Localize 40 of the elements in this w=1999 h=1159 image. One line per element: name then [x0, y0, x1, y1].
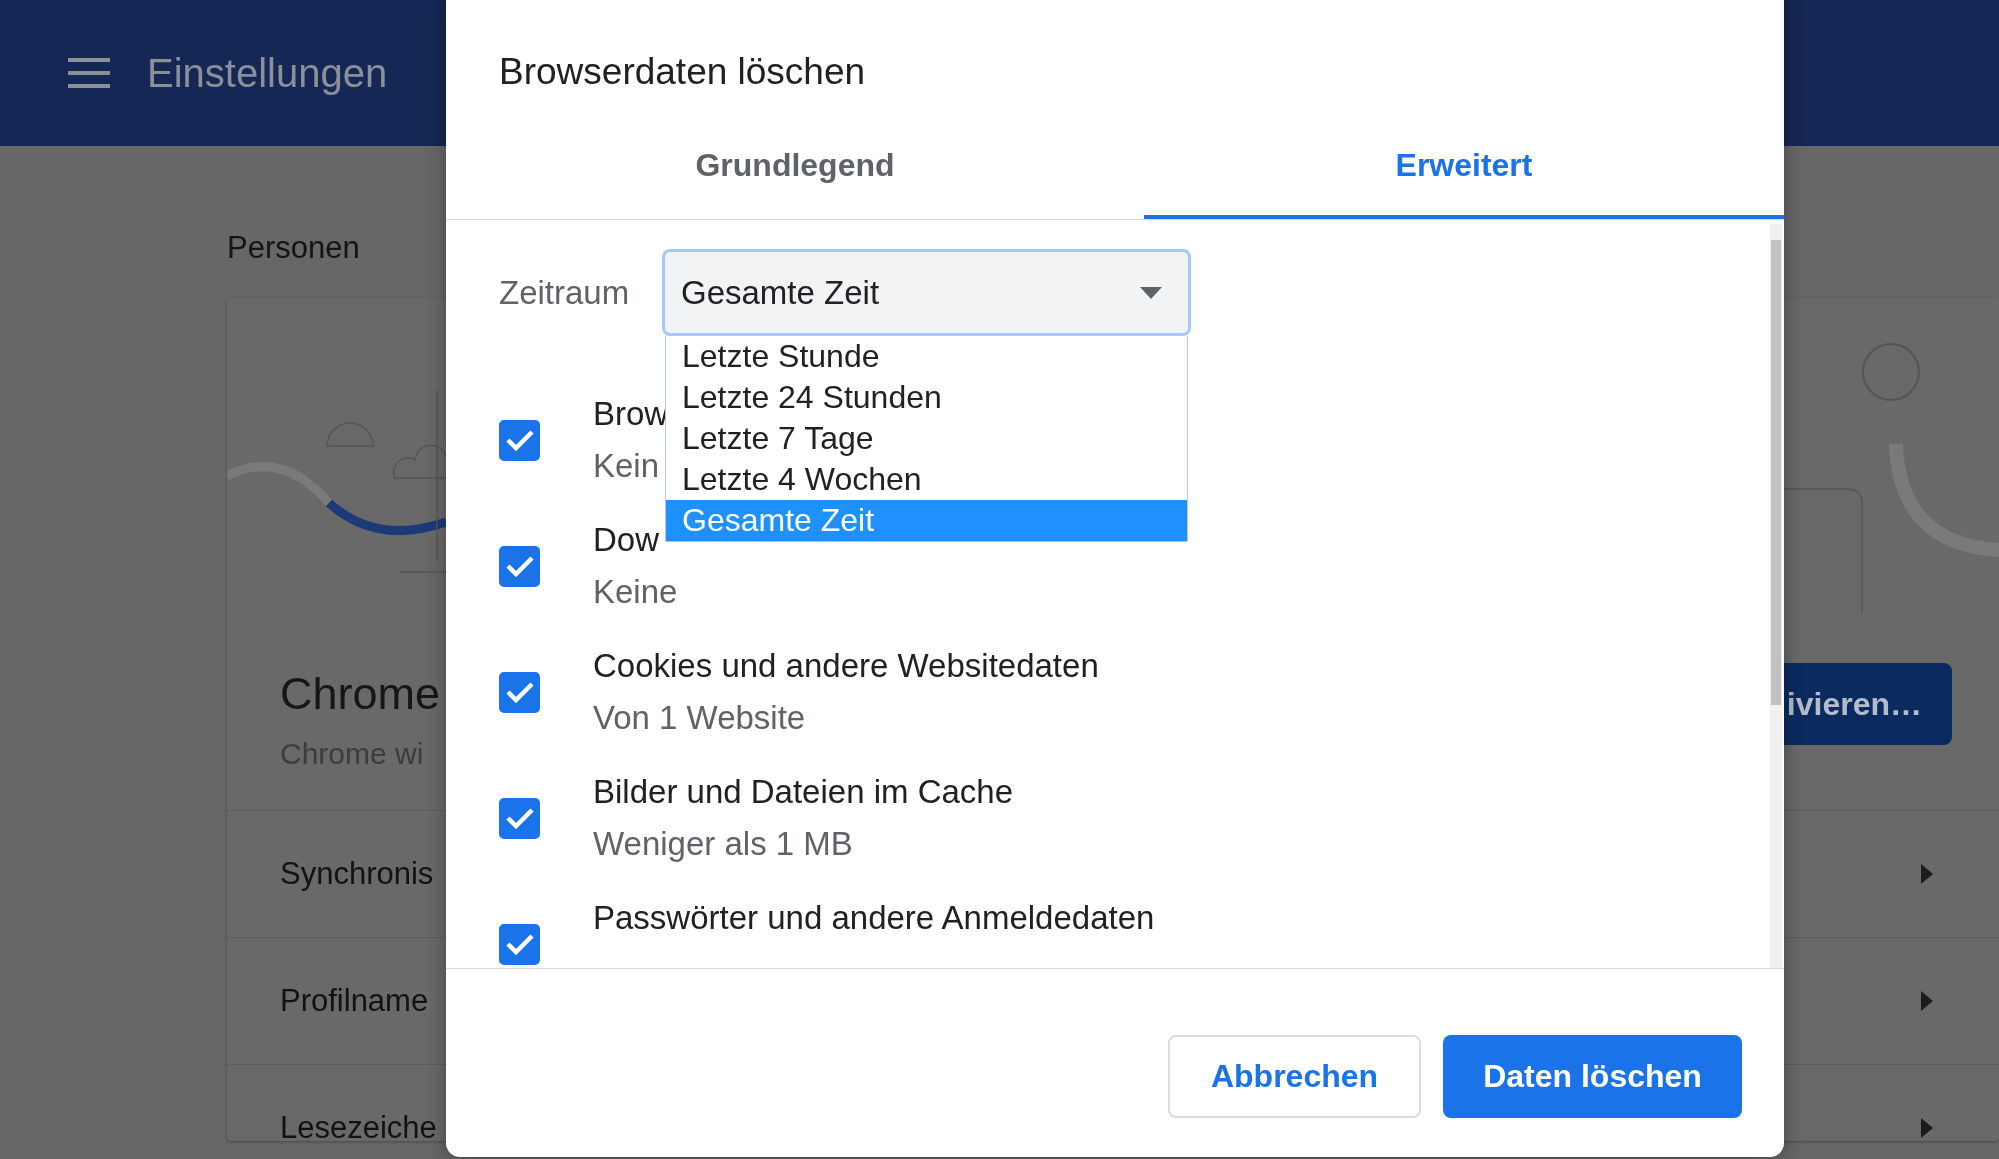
item-title: Bilder und Dateien im Cache [593, 772, 1014, 812]
delete-button[interactable]: Daten löschen [1443, 1034, 1742, 1118]
item-title: Dow [593, 520, 661, 560]
item-title: Cookies und andere Websitedaten [593, 646, 1099, 686]
check-icon [505, 807, 534, 829]
check-icon [505, 681, 534, 703]
field-label: Zeitraum [499, 273, 631, 312]
tab[interactable]: Erweitert [1144, 112, 1784, 219]
cancel-button[interactable]: Abbrechen [1168, 1034, 1421, 1118]
dropdown-arrow-icon [1140, 286, 1162, 299]
item-detail: Weniger als 1 MB [593, 824, 854, 864]
check-icon [505, 429, 534, 451]
menu-icon[interactable] [68, 58, 110, 88]
check-icon [505, 555, 534, 577]
item-detail: Kein [593, 446, 661, 486]
chevron-right-icon [1921, 991, 1933, 1011]
item-title: Passwörter und andere Anmeldedaten [593, 898, 1155, 938]
option[interactable]: Letzte 24 Stunden [666, 377, 1187, 418]
item-title: Brow [593, 394, 669, 434]
chevron-right-icon [1921, 864, 1933, 884]
card-title: Chrome [280, 668, 441, 720]
scrollbar[interactable] [1770, 224, 1782, 968]
checkbox[interactable] [499, 545, 540, 587]
tab[interactable]: Grundlegend [446, 112, 1144, 219]
option[interactable]: Letzte 4 Wochen [666, 459, 1187, 500]
time-range-dropdown[interactable]: Gesamte Zeit [662, 249, 1191, 336]
item-detail: Von 1 Website [593, 698, 807, 738]
option[interactable]: Letzte Stunde [666, 336, 1187, 377]
checkbox[interactable] [499, 419, 540, 461]
item-detail: Keine [593, 572, 678, 612]
activate-button[interactable]: ivieren… [1784, 663, 1952, 745]
dialog-title: Browserdaten löschen [498, 50, 867, 94]
option[interactable]: Letzte 7 Tage [666, 418, 1187, 459]
page-title: Einstellungen [147, 50, 388, 96]
checkbox[interactable] [499, 671, 540, 713]
chevron-right-icon [1921, 1118, 1933, 1138]
checkbox[interactable] [499, 797, 540, 839]
checkbox[interactable] [499, 923, 540, 965]
check-icon [505, 933, 534, 955]
section-title: Personen [227, 230, 361, 266]
